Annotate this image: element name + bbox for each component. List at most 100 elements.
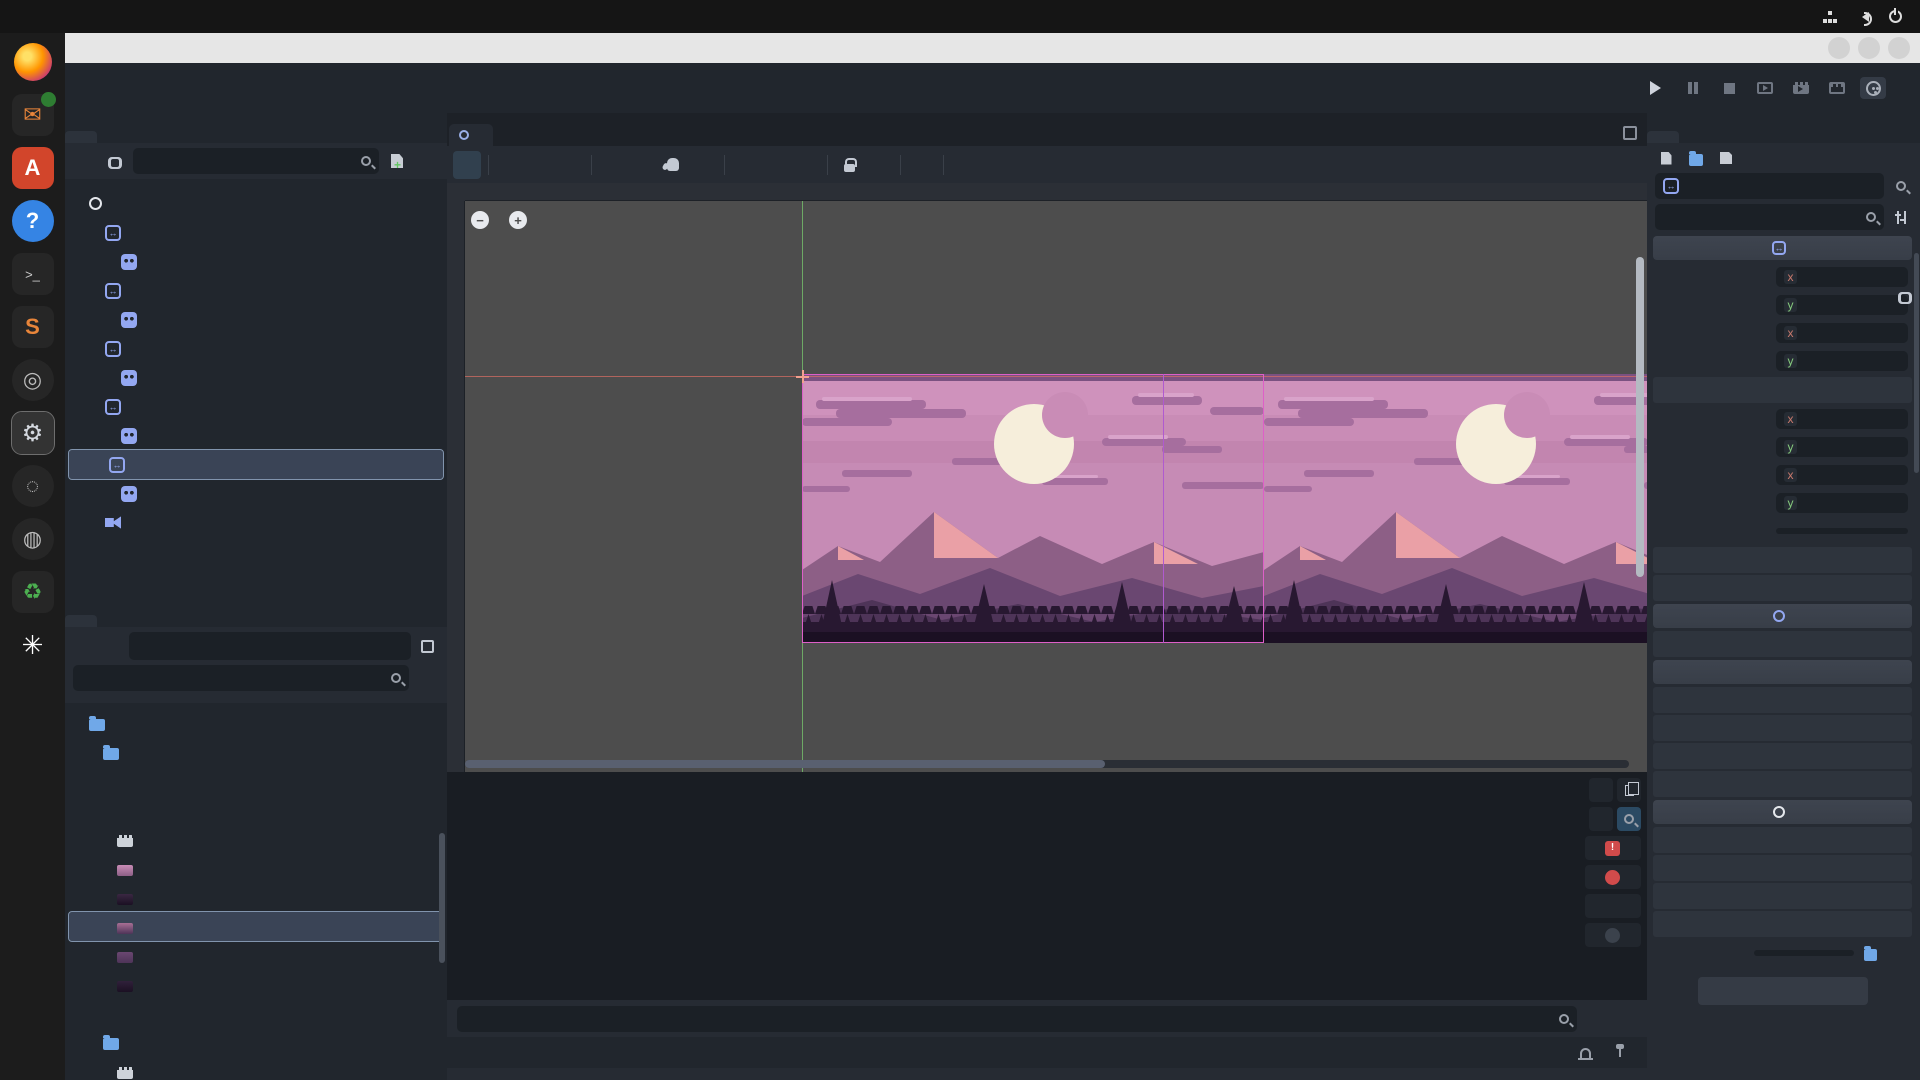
tab-scene[interactable]: [65, 131, 97, 143]
scale-tool-button[interactable]: [556, 151, 584, 179]
prop-scroll-offset-y[interactable]: y: [1651, 347, 1914, 375]
grid-snap-button[interactable]: [762, 151, 790, 179]
edit-history-icon[interactable]: [1890, 147, 1912, 169]
fs-sort-button[interactable]: [415, 666, 439, 690]
section-ordering[interactable]: [1653, 715, 1912, 741]
power-icon[interactable]: [1889, 10, 1902, 23]
fs-forward-button[interactable]: [101, 634, 125, 658]
fs-split-view-button[interactable]: [415, 634, 439, 658]
category-parallax2d[interactable]: [1653, 236, 1912, 260]
link-values-button[interactable]: [1894, 285, 1914, 307]
toggle-messages[interactable]: [1585, 923, 1641, 947]
collapse-duplicates-button[interactable]: [1589, 807, 1613, 831]
save-output-button[interactable]: [1589, 778, 1613, 802]
tree-node-sprite[interactable]: [65, 305, 447, 334]
notification-bell-icon[interactable]: [1580, 1048, 1591, 1058]
tree-node-parallax-foreground-tree[interactable]: [69, 450, 443, 479]
file-row[interactable]: [65, 970, 447, 999]
tab-audio[interactable]: [505, 1049, 525, 1057]
add-metadata-button[interactable]: [1698, 977, 1868, 1005]
hscroll-thumb[interactable]: [465, 760, 1105, 768]
fs-path-field[interactable]: [129, 632, 411, 660]
volume-icon[interactable]: [1857, 12, 1869, 22]
list-select-tool-button[interactable]: [599, 151, 627, 179]
dock-app-2[interactable]: ◌: [12, 465, 54, 507]
prop-scroll-scale-y[interactable]: y: [1651, 291, 1914, 319]
ruler-tool-button[interactable]: [689, 151, 717, 179]
section-visibility[interactable]: [1653, 687, 1912, 713]
menu-editor[interactable]: [137, 82, 161, 94]
file-row[interactable]: [65, 1057, 447, 1080]
close-button[interactable]: [1888, 37, 1910, 59]
play-button[interactable]: [1644, 77, 1670, 99]
toggle-errors-warnings[interactable]: !: [1585, 836, 1641, 860]
tree-node-main[interactable]: [65, 189, 447, 218]
repeat-times-field[interactable]: [1776, 528, 1908, 534]
pause-button[interactable]: [1680, 77, 1706, 99]
prop-autoscroll[interactable]: x: [1651, 461, 1914, 489]
script-value-field[interactable]: [1754, 950, 1854, 956]
section-texture[interactable]: [1653, 743, 1912, 769]
play-scene-button[interactable]: [1752, 77, 1778, 99]
tab-3d[interactable]: [953, 84, 974, 92]
add-node-button[interactable]: [73, 149, 97, 173]
file-row[interactable]: [65, 999, 447, 1028]
scroll-scale-y-field[interactable]: y: [1776, 295, 1908, 315]
script-load-button[interactable]: [1859, 942, 1881, 964]
tab-node[interactable]: [1679, 131, 1711, 143]
tab-output[interactable]: [457, 1049, 477, 1057]
scene-filter-field[interactable]: [133, 148, 379, 174]
canvas-viewport[interactable]: − +: [447, 183, 1647, 772]
tree-node-parallax-tree[interactable]: [65, 392, 447, 421]
dock-mail[interactable]: ✉: [12, 94, 54, 136]
dock-show-apps[interactable]: ✳: [12, 624, 54, 666]
tab-animation[interactable]: [529, 1049, 549, 1057]
messages-filter-field[interactable]: [457, 1006, 1577, 1032]
scroll-offset-y-field[interactable]: y: [1776, 351, 1908, 371]
node-selector-dropdown[interactable]: [1655, 173, 1884, 199]
save-resource-button[interactable]: [1715, 147, 1737, 169]
tab-debugger[interactable]: [481, 1049, 501, 1057]
tree-node-sprite[interactable]: [65, 247, 447, 276]
inspector-filter-input[interactable]: [1663, 210, 1860, 225]
stop-button[interactable]: [1716, 77, 1742, 99]
lock-button[interactable]: [835, 151, 863, 179]
inspector-scrollbar[interactable]: [1914, 253, 1919, 473]
category-node[interactable]: [1653, 800, 1912, 824]
tree-node-parallax-montain-far[interactable]: [65, 276, 447, 305]
select-tool-button[interactable]: [453, 151, 481, 179]
prop-repeat-size[interactable]: x: [1651, 405, 1914, 433]
fs-filter-field[interactable]: [73, 665, 409, 691]
window-titlebar[interactable]: [65, 33, 1920, 63]
tree-node-camera[interactable]: [65, 508, 447, 537]
repeat-size-x-field[interactable]: x: [1776, 409, 1908, 429]
category-node2d[interactable]: [1653, 604, 1912, 628]
tree-node-sprite[interactable]: [65, 421, 447, 450]
smart-snap-button[interactable]: [732, 151, 760, 179]
tab-script[interactable]: [982, 84, 1003, 92]
snap-options-icon[interactable]: [792, 151, 820, 179]
category-canvasitem[interactable]: [1653, 660, 1912, 684]
file-row[interactable]: [65, 1028, 447, 1057]
section-process[interactable]: [1653, 827, 1912, 853]
toggle-warnings[interactable]: [1585, 894, 1641, 918]
section-auto-translate[interactable]: [1653, 883, 1912, 909]
scroll-offset-x-field[interactable]: x: [1776, 323, 1908, 343]
tab-import[interactable]: [97, 131, 129, 143]
canvas-hscrollbar[interactable]: [465, 760, 1629, 768]
file-row[interactable]: [65, 796, 447, 825]
copy-output-button[interactable]: [1617, 778, 1641, 802]
tab-shader-editor[interactable]: [553, 1049, 573, 1057]
prop-script[interactable]: [1651, 939, 1914, 967]
origin-gizmo[interactable]: [796, 370, 809, 383]
zoom-out-button[interactable]: −: [471, 211, 489, 229]
resource-options-icon[interactable]: [1745, 147, 1767, 169]
autoscroll-x-field[interactable]: x: [1776, 465, 1908, 485]
minimize-button[interactable]: [1828, 37, 1850, 59]
tree-node-parallax-montain[interactable]: [65, 334, 447, 363]
section-limit[interactable]: [1653, 547, 1912, 573]
dock-app-3[interactable]: ◍: [12, 518, 54, 560]
pin-panel-icon[interactable]: [1619, 1048, 1621, 1057]
property-tools-button[interactable]: [1890, 206, 1912, 228]
menu-scene[interactable]: [65, 82, 89, 94]
